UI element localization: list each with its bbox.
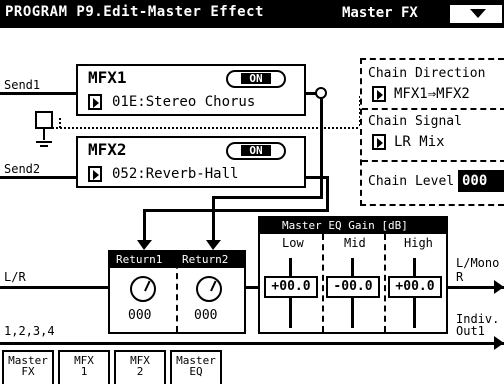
mfx1-effect-select-button[interactable] xyxy=(88,94,102,110)
chain-direction-label: Chain Direction xyxy=(368,66,486,81)
tab-master-eq[interactable]: Master EQ xyxy=(170,350,222,384)
chain-signal-value[interactable]: LR Mix xyxy=(394,134,445,150)
lr-bus-label: L/R xyxy=(4,270,26,284)
eq-low-label: Low xyxy=(282,236,304,250)
r-label: R xyxy=(456,270,464,284)
chain-panel: Chain Direction MFX1⇒MFX2 Chain Signal L… xyxy=(360,58,504,206)
chain-direction-select-button[interactable] xyxy=(372,86,386,102)
mfx1-on-button[interactable]: ON xyxy=(226,70,286,88)
eq-divider xyxy=(322,234,324,332)
eq-mid-label: Mid xyxy=(344,236,366,250)
eq-mid-value[interactable]: -00.0 xyxy=(326,276,380,298)
mfx1-block[interactable]: MFX1 ON 01E:Stereo Chorus xyxy=(76,64,306,116)
tab-label: 2 xyxy=(136,365,144,378)
return1-knob[interactable] xyxy=(130,276,156,302)
mfx2-title: MFX2 xyxy=(88,140,127,159)
tab-label: 1 xyxy=(80,365,88,378)
tab-label: EQ xyxy=(189,365,203,378)
mfx1-title: MFX1 xyxy=(88,68,127,87)
tab-mfx1[interactable]: MFX 1 xyxy=(58,350,110,384)
send2-label: Send2 xyxy=(4,162,41,176)
chain-signal-select-button[interactable] xyxy=(372,134,386,150)
mfx2-on-button[interactable]: ON xyxy=(226,142,286,160)
screen: PROGRAM P9.Edit-Master Effect Master FX xyxy=(0,0,504,384)
chain-divider xyxy=(362,160,504,162)
chain-signal-label: Chain Signal xyxy=(368,114,462,129)
return2-value[interactable]: 000 xyxy=(194,308,217,323)
eq-high-value[interactable]: +00.0 xyxy=(388,276,442,298)
chain-divider xyxy=(362,108,504,110)
play-icon xyxy=(377,90,383,100)
return1-value[interactable]: 000 xyxy=(128,308,151,323)
master-eq-block: Master EQ Gain [dB] Low Mid High +00.0 -… xyxy=(258,216,448,334)
tab-label: FX xyxy=(21,365,35,378)
master-eq-title: Master EQ Gain [dB] xyxy=(282,219,408,232)
tab-master-fx[interactable]: Master FX xyxy=(2,350,54,384)
mfx2-block[interactable]: MFX2 ON 052:Reverb-Hall xyxy=(76,136,306,188)
mfx1-on-label: ON xyxy=(241,73,271,84)
mfx2-effect-select-button[interactable] xyxy=(88,166,102,182)
return2-label: Return2 xyxy=(182,253,229,266)
play-icon xyxy=(377,138,383,148)
out1-label: Out1 xyxy=(456,324,485,338)
send1-label: Send1 xyxy=(4,78,41,92)
tab-mfx2[interactable]: MFX 2 xyxy=(114,350,166,384)
return-divider xyxy=(176,252,178,332)
eq-low-value[interactable]: +00.0 xyxy=(264,276,318,298)
return-block: Return1 Return2 000 000 xyxy=(108,250,246,334)
chain-direction-value[interactable]: MFX1⇒MFX2 xyxy=(394,86,470,102)
mfx1-effect-value[interactable]: 01E:Stereo Chorus xyxy=(112,94,255,110)
outs-bus-label: 1,2,3,4 xyxy=(4,324,55,338)
play-icon xyxy=(93,170,99,180)
mfx2-on-label: ON xyxy=(241,145,271,156)
chain-level-label: Chain Level xyxy=(368,174,455,189)
return1-label: Return1 xyxy=(116,253,163,266)
l-mono-label: L/Mono xyxy=(456,256,500,270)
return2-knob[interactable] xyxy=(196,276,222,302)
eq-high-label: High xyxy=(404,236,433,250)
eq-divider xyxy=(384,234,386,332)
play-icon xyxy=(93,98,99,108)
chain-level-value[interactable]: 000 xyxy=(458,170,504,192)
mfx2-effect-value[interactable]: 052:Reverb-Hall xyxy=(112,166,238,182)
